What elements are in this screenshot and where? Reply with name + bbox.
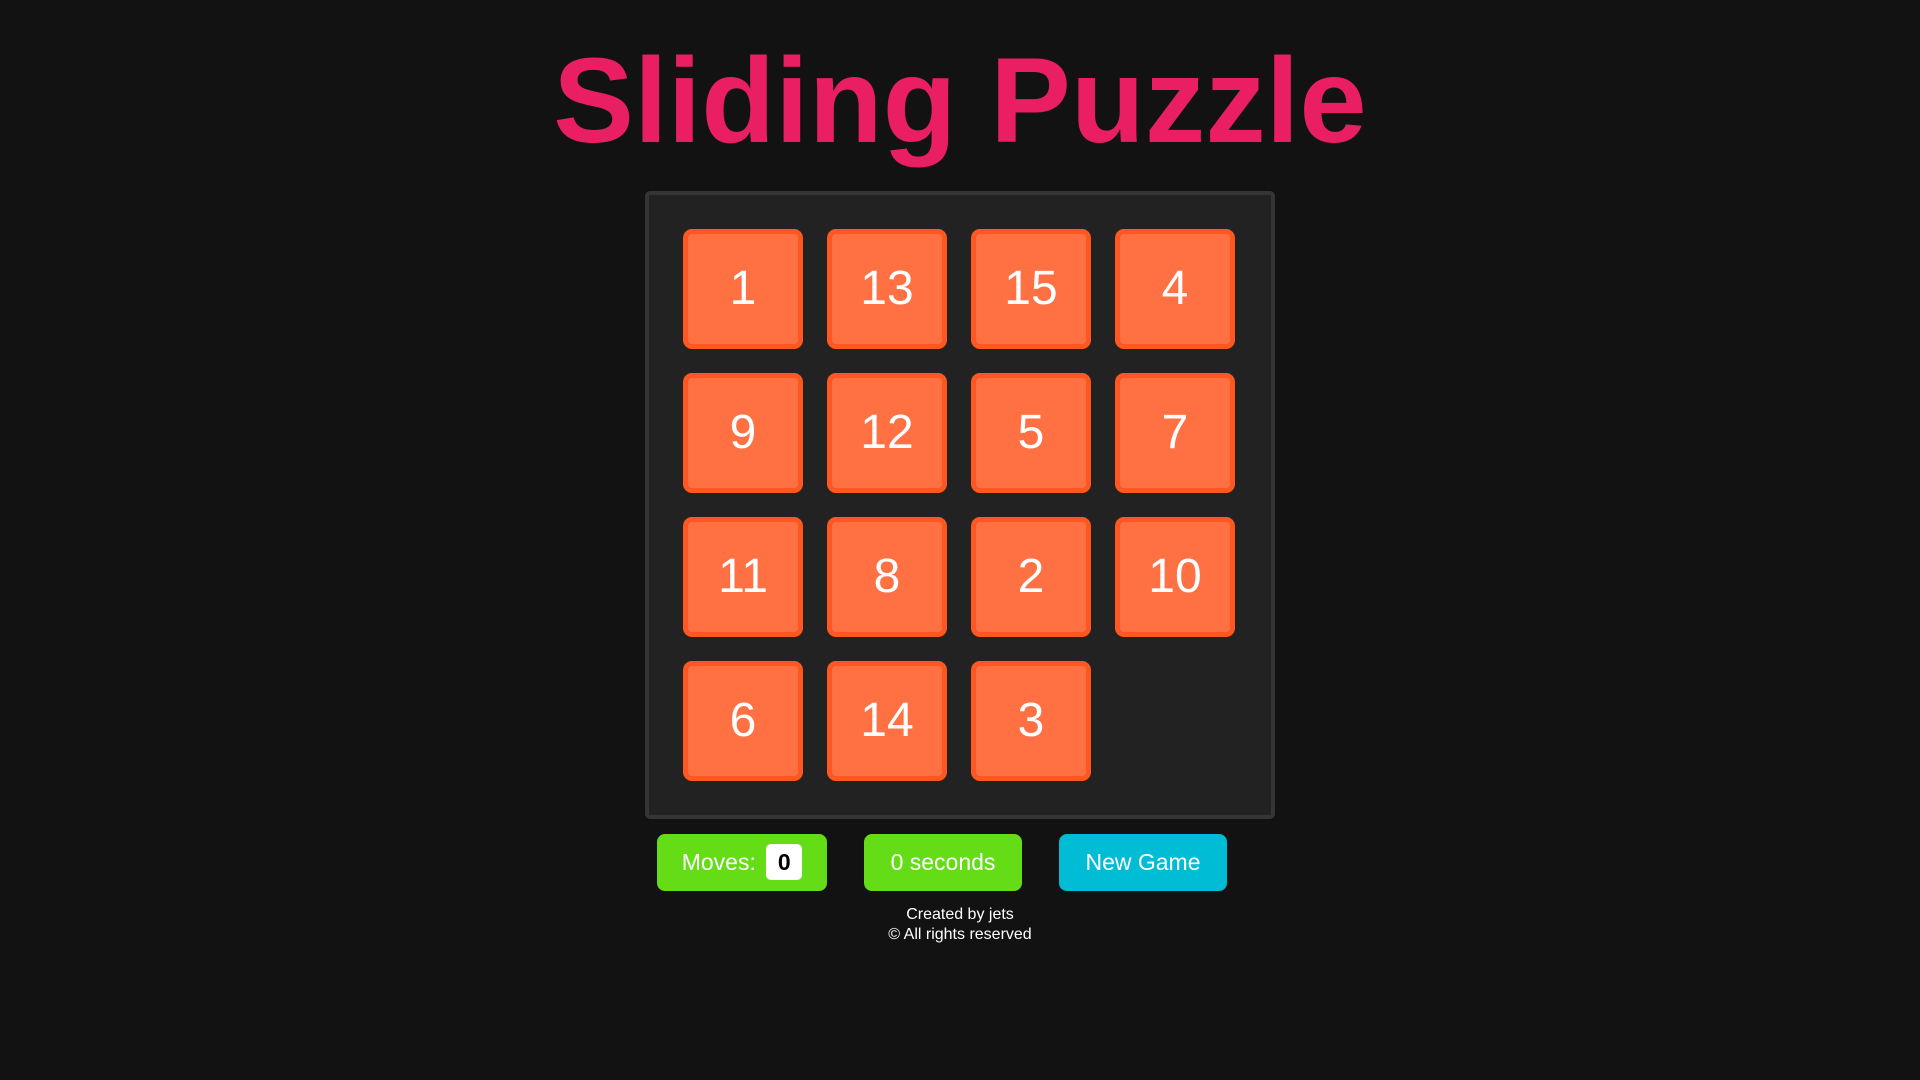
footer: Created by jets © All rights reserved xyxy=(0,905,1920,945)
puzzle-tile[interactable]: 1 xyxy=(683,229,803,349)
puzzle-tile[interactable]: 15 xyxy=(971,229,1091,349)
moves-value: 0 xyxy=(766,843,803,880)
puzzle-tile[interactable]: 9 xyxy=(683,373,803,493)
puzzle-tile[interactable]: 7 xyxy=(1115,373,1235,493)
puzzle-tile[interactable]: 2 xyxy=(971,517,1091,637)
puzzle-tile[interactable]: 5 xyxy=(971,373,1091,493)
page-title: Sliding Puzzle xyxy=(553,32,1367,168)
puzzle-tile[interactable]: 3 xyxy=(971,661,1091,781)
puzzle-tile[interactable]: 10 xyxy=(1115,517,1235,637)
footer-credit: Created by jets xyxy=(906,906,1014,923)
puzzle-tile[interactable]: 6 xyxy=(683,661,803,781)
timer-display: 0 seconds xyxy=(864,834,1022,891)
puzzle-tile[interactable]: 14 xyxy=(827,661,947,781)
footer-copyright: © All rights reserved xyxy=(888,926,1032,943)
puzzle-tile[interactable]: 8 xyxy=(827,517,947,637)
puzzle-board: 1 13 15 4 9 12 5 7 11 8 2 10 6 14 3 xyxy=(645,191,1275,819)
moves-counter: Moves: 0 xyxy=(657,834,827,891)
moves-label: Moves: xyxy=(681,849,756,875)
puzzle-tile[interactable]: 4 xyxy=(1115,229,1235,349)
new-game-button[interactable]: New Game xyxy=(1059,834,1227,891)
puzzle-tile[interactable]: 11 xyxy=(683,517,803,637)
puzzle-tile[interactable]: 13 xyxy=(827,229,947,349)
puzzle-tile[interactable]: 12 xyxy=(827,373,947,493)
